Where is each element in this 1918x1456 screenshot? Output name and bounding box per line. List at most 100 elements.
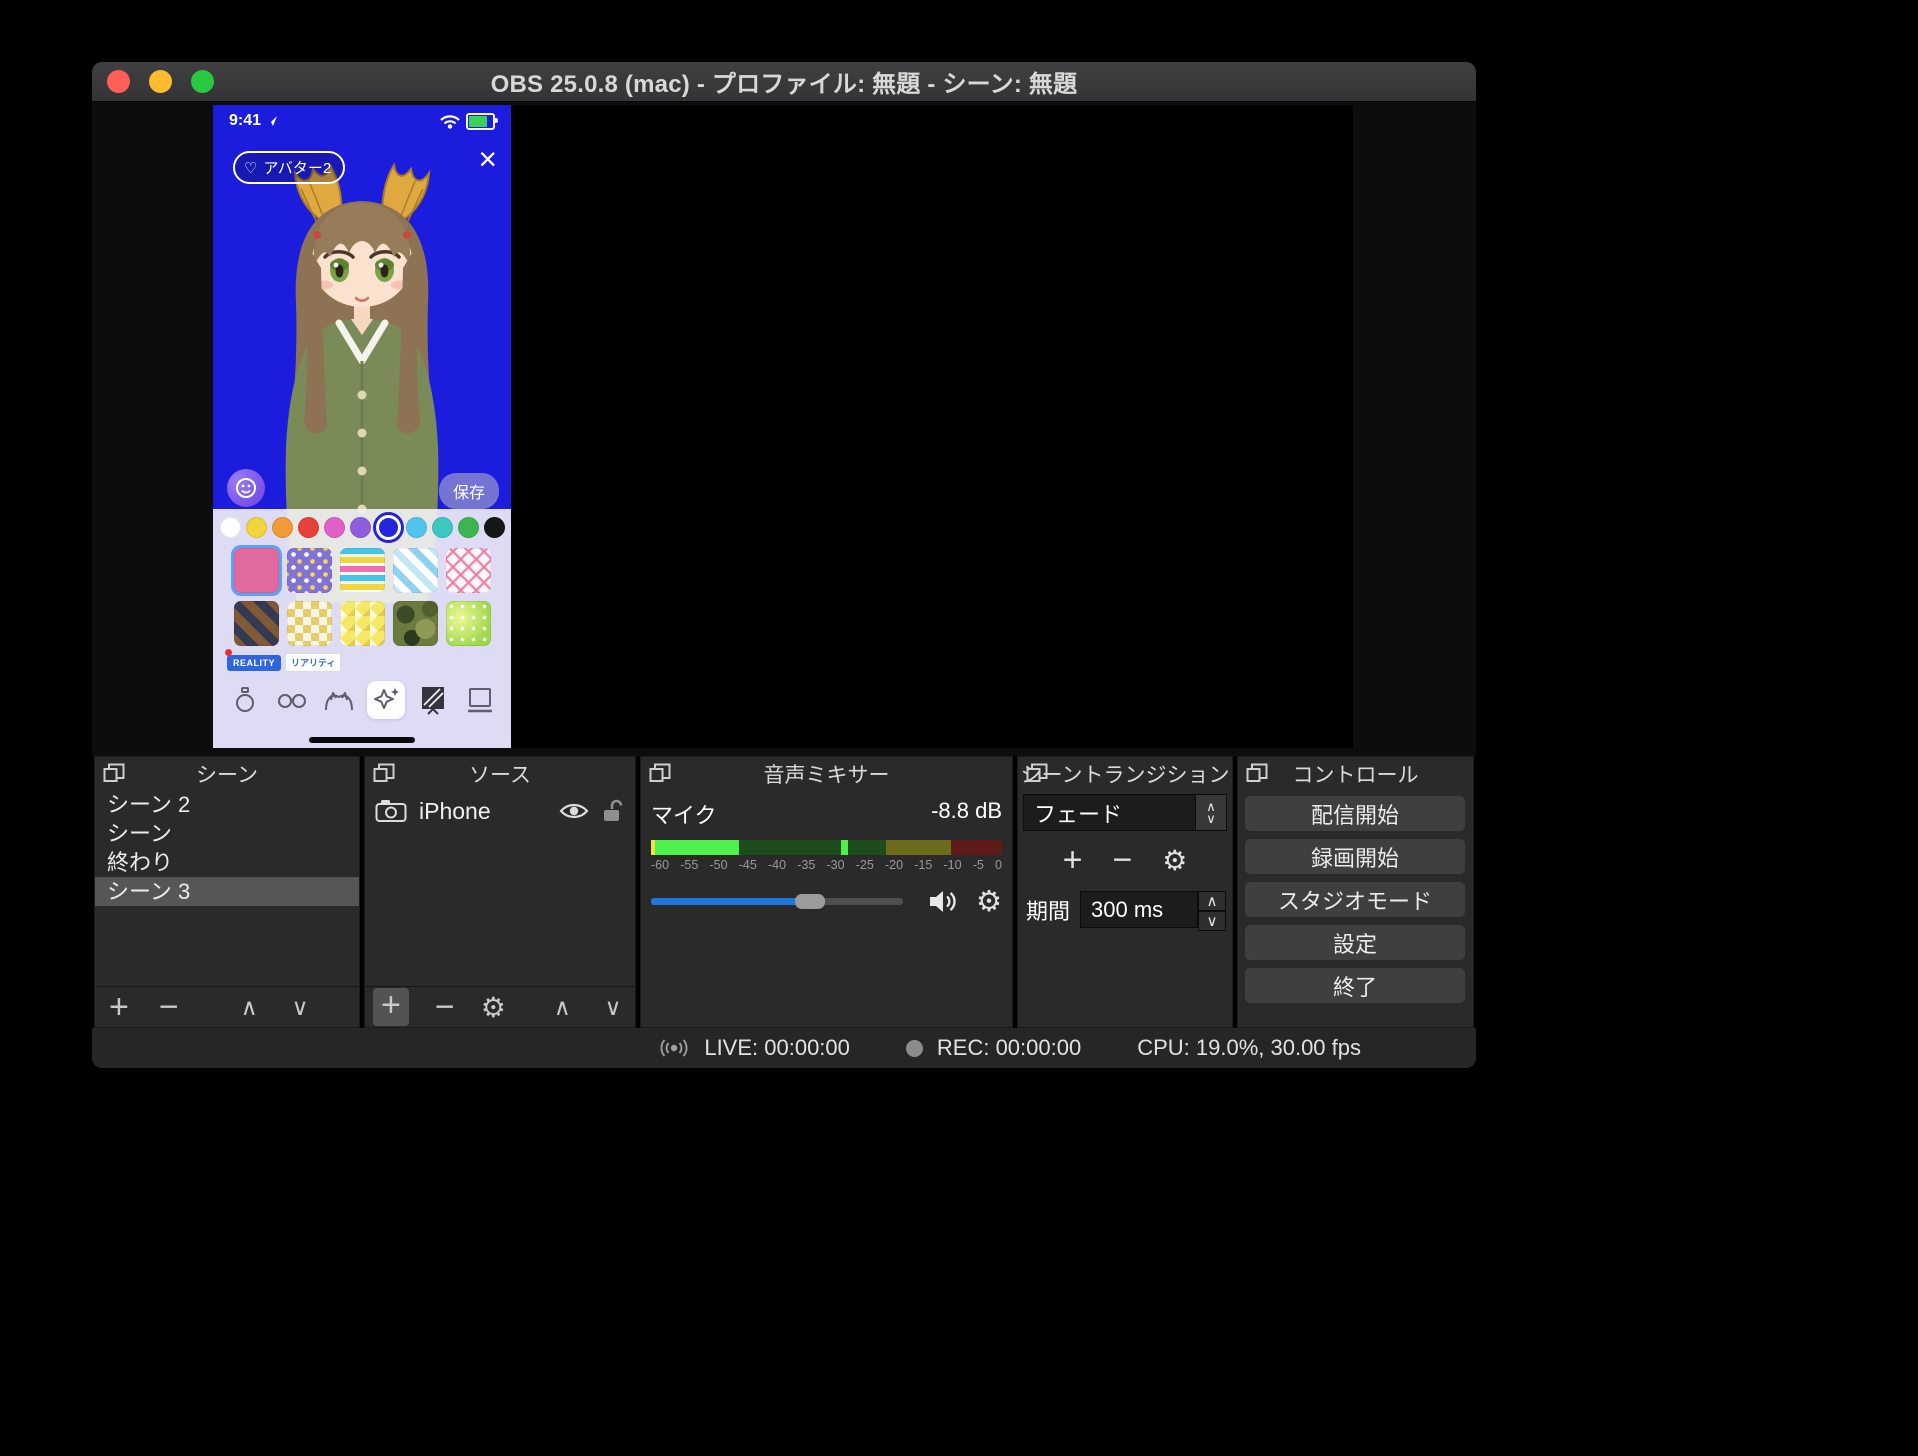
add-transition-button[interactable]: + [1063,843,1083,877]
speaker-icon[interactable] [927,888,958,915]
pattern-swatch-pink-lattice[interactable] [445,548,491,593]
scene-up-button[interactable]: ∧ [241,994,258,1021]
color-swatch[interactable] [375,515,401,540]
color-swatch[interactable] [405,517,427,538]
effects-icon[interactable] [366,681,405,719]
wifi-icon [440,115,460,129]
face-tracking-button[interactable] [227,469,265,507]
color-swatch[interactable] [349,517,371,538]
pattern-swatch-diagonal-stripes[interactable] [392,548,438,593]
perfume-icon[interactable] [226,681,264,719]
background-frame-icon[interactable] [414,681,452,719]
dock-icon [103,763,125,782]
remove-source-button[interactable]: − [435,990,455,1024]
color-swatch[interactable] [457,517,479,538]
pattern-swatch-brown-argyle[interactable] [233,601,279,646]
volume-slider[interactable] [651,894,903,909]
source-up-button[interactable]: ∧ [554,994,571,1021]
close-window-button[interactable] [107,70,130,93]
start-recording-button[interactable]: 録画開始 [1245,839,1465,874]
avatar-name-badge[interactable]: ♡ アバター2 [233,151,346,184]
pattern-swatch-solid-pink[interactable] [230,545,282,596]
color-swatch[interactable] [271,517,293,538]
pattern-swatch-triangle-mosaic[interactable] [339,601,385,646]
start-streaming-button[interactable]: 配信開始 [1245,796,1465,831]
volume-handle[interactable] [794,894,825,909]
stage-icon[interactable] [461,681,499,719]
remove-transition-button[interactable]: − [1112,843,1132,877]
source-properties-gear-icon[interactable]: ⚙ [481,991,506,1024]
scenes-dock-title: シーン [196,763,258,787]
notification-dot [225,649,232,656]
broadcast-icon [660,1039,688,1057]
pattern-swatch-purple-dots[interactable] [286,548,332,593]
duration-spinbox[interactable]: 300 ms ∧ ∨ [1080,891,1226,931]
add-source-button[interactable]: + [373,988,409,1026]
transition-select[interactable]: フェード ∧ ∨ [1023,794,1227,831]
scene-down-button[interactable]: ∨ [292,994,309,1021]
titlebar[interactable]: OBS 25.0.8 (mac) - プロファイル: 無題 - シーン: 無題 [92,62,1476,102]
mixer-dock-header[interactable]: 音声ミキサー [641,757,1012,790]
dock-icon [373,763,395,782]
source-down-button[interactable]: ∨ [605,994,622,1021]
sources-dock-header[interactable]: ソース [365,757,635,790]
duration-value[interactable]: 300 ms [1080,891,1198,928]
controls-dock-header[interactable]: コントロール [1238,757,1473,790]
duration-up-button[interactable]: ∧ [1198,891,1226,911]
transitions-dock-header[interactable]: シーントランジション [1018,757,1232,790]
visibility-eye-icon[interactable] [559,801,589,821]
color-swatch[interactable] [483,517,505,538]
pattern-swatch-camouflage[interactable] [392,601,438,646]
reality-logo-badge: REALITY [227,654,282,671]
exit-button[interactable]: 終了 [1245,968,1465,1003]
color-swatch[interactable] [245,517,267,538]
phone-close-icon[interactable]: × [478,143,497,175]
scene-item[interactable]: シーン [95,819,359,848]
color-swatch[interactable] [431,517,453,538]
pattern-swatch-green-glitter[interactable] [445,601,491,646]
preview-area: 9:41 ♡ アバター2 × 保存 REALITY リアリティ [92,102,1476,756]
cat-ears-icon[interactable] [320,681,358,719]
color-swatch[interactable] [297,517,319,538]
dock-icon [649,763,671,782]
desktop-background: OBS 25.0.8 (mac) - プロファイル: 無題 - シーン: 無題 … [0,0,1918,1456]
glasses-icon[interactable] [273,681,311,719]
scenes-dock-header[interactable]: シーン [95,757,359,790]
duration-down-button[interactable]: ∨ [1198,911,1226,931]
program-canvas[interactable]: 9:41 ♡ アバター2 × 保存 REALITY リアリティ [213,105,1353,748]
pattern-swatch-zigzag[interactable] [339,548,385,593]
scene-item[interactable]: 終わり [95,848,359,877]
sources-dock-title: ソース [469,763,531,787]
transition-gear-icon[interactable]: ⚙ [1162,844,1187,877]
add-scene-button[interactable]: + [109,990,129,1024]
color-swatch[interactable] [219,517,241,538]
scene-item[interactable]: シーン 3 [95,877,359,906]
battery-icon [466,112,498,130]
phone-statusbar: 9:41 [213,112,511,130]
source-row[interactable]: iPhone [365,790,635,830]
color-swatch[interactable] [323,517,345,538]
iphone-capture-source[interactable]: 9:41 ♡ アバター2 × 保存 REALITY リアリティ [213,105,511,748]
sources-list: iPhone [365,790,635,986]
transition-selected-value: フェード [1023,794,1195,831]
pattern-swatch-checkerboard[interactable] [286,601,332,646]
scenes-toolbar: + − ∧ ∨ [95,986,359,1027]
studio-mode-button[interactable]: スタジオモード [1245,882,1465,917]
controls-body: 配信開始 録画開始 スタジオモード 設定 終了 [1238,790,1473,1027]
minimize-window-button[interactable] [149,70,172,93]
mixer-dock-title: 音声ミキサー [763,763,890,787]
settings-button[interactable]: 設定 [1245,925,1465,960]
heart-icon: ♡ [244,159,258,177]
scene-item[interactable]: シーン 2 [95,790,359,819]
save-button[interactable]: 保存 [438,473,499,509]
remove-scene-button[interactable]: − [159,990,179,1024]
mixer-gear-icon[interactable]: ⚙ [976,884,1002,919]
unlock-icon[interactable] [601,799,625,823]
reality-katakana-badge: リアリティ [285,653,342,672]
combo-arrows-icon[interactable]: ∧ ∨ [1195,794,1227,831]
transitions-body: フェード ∧ ∨ + − ⚙ 期間 300 ms ∧ ∨ [1018,790,1232,1027]
controls-dock-title: コントロール [1292,763,1419,787]
zoom-window-button[interactable] [191,70,214,93]
avatar-badge-label: アバター2 [263,160,332,177]
location-icon [267,116,278,126]
